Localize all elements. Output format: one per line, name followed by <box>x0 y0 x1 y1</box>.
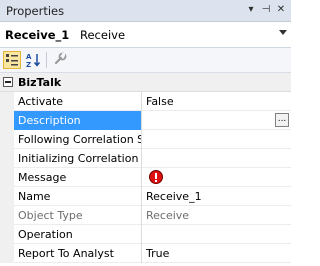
property-row-description[interactable]: Description ... <box>0 111 291 130</box>
category-header-biztalk[interactable]: BizTalk <box>0 73 291 92</box>
property-name: Message <box>14 168 142 187</box>
property-row-following-correlation[interactable]: Following Correlation S <box>0 130 291 149</box>
category-label: BizTalk <box>18 76 62 89</box>
property-row-activate[interactable]: Activate False <box>0 92 291 111</box>
property-name: Following Correlation S <box>14 130 142 149</box>
svg-text:Z: Z <box>26 61 31 69</box>
row-gutter <box>0 111 14 130</box>
property-row-initializing-correlation[interactable]: Initializing Correlation S <box>0 149 291 168</box>
alphabetical-button[interactable]: A Z <box>25 51 43 69</box>
properties-toolbar: A Z <box>0 48 291 73</box>
categorized-icon <box>6 54 18 66</box>
panel-title: Properties <box>6 4 65 18</box>
close-icon[interactable]: ✕ <box>274 3 288 17</box>
property-name: Description <box>14 111 142 130</box>
properties-title-bar: Properties ▾ ⊣ ✕ <box>0 0 291 22</box>
property-row-message[interactable]: Message <box>0 168 291 187</box>
property-value[interactable]: True <box>143 244 291 263</box>
property-name: Report To Analyst <box>14 244 142 263</box>
property-value[interactable] <box>143 149 291 168</box>
row-gutter <box>0 187 14 206</box>
row-gutter <box>0 149 14 168</box>
chevron-down-icon[interactable] <box>279 30 287 35</box>
property-value[interactable] <box>143 130 291 149</box>
property-row-object-type[interactable]: Object Type Receive <box>0 206 291 225</box>
property-grid: BizTalk Activate False Description ... F… <box>0 73 291 266</box>
object-selector[interactable]: Receive_1 Receive <box>0 22 291 48</box>
property-row-report-to-analyst[interactable]: Report To Analyst True <box>0 244 291 263</box>
selected-object-type: Receive <box>80 28 126 42</box>
dropdown-icon[interactable]: ▾ <box>244 3 258 17</box>
property-value[interactable] <box>143 168 291 187</box>
property-name: Operation <box>14 225 142 244</box>
error-icon <box>149 170 163 184</box>
categorized-button[interactable] <box>3 51 21 69</box>
property-row-name[interactable]: Name Receive_1 <box>0 187 291 206</box>
property-value[interactable]: Receive_1 <box>143 187 291 206</box>
property-name: Name <box>14 187 142 206</box>
row-gutter <box>0 225 14 244</box>
pin-icon[interactable]: ⊣ <box>259 3 273 17</box>
row-gutter <box>0 130 14 149</box>
collapse-icon[interactable] <box>3 77 13 87</box>
property-row-operation[interactable]: Operation <box>0 225 291 244</box>
wrench-icon <box>54 52 67 65</box>
property-value[interactable] <box>143 225 291 244</box>
property-value[interactable]: False <box>143 92 291 111</box>
row-gutter <box>0 92 14 111</box>
svg-text:A: A <box>26 53 32 61</box>
row-gutter <box>0 168 14 187</box>
property-value: Receive <box>146 209 190 222</box>
property-name: Initializing Correlation S <box>14 149 142 168</box>
property-name: Object Type <box>14 206 142 225</box>
row-gutter <box>0 206 14 225</box>
toolbar-separator <box>46 52 47 68</box>
property-name: Activate <box>14 92 142 111</box>
row-gutter <box>0 244 14 263</box>
alphabetical-icon: A Z <box>26 53 41 69</box>
ellipsis-button[interactable]: ... <box>275 113 289 127</box>
property-value[interactable]: ... <box>143 111 291 130</box>
property-pages-button[interactable] <box>52 51 70 69</box>
selected-object-name: Receive_1 <box>5 28 70 42</box>
